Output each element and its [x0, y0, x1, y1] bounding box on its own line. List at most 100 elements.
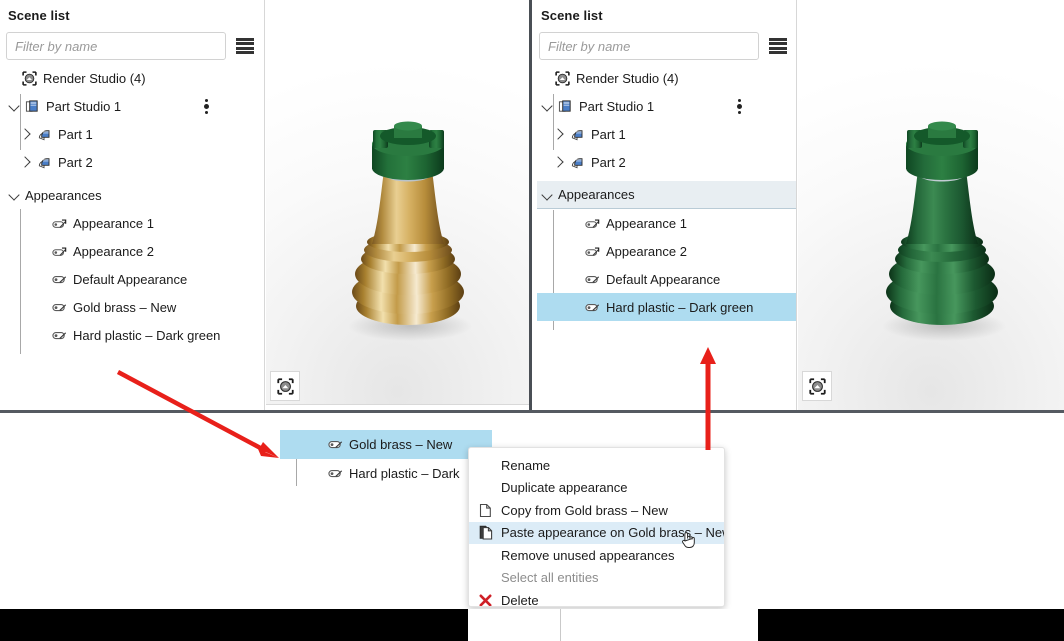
bottom-white-panel-divider [560, 609, 561, 641]
right-panel-title: Scene list [541, 8, 603, 23]
bottom-black-bar-left [0, 609, 468, 641]
tree-row-label: Part Studio 1 [579, 98, 655, 114]
context-menu-item-label: Delete [501, 592, 539, 607]
tree-row-default-appearance[interactable]: Default Appearance [537, 265, 797, 293]
tree-row-hard-plastic-dark-green[interactable]: Hard plastic – Dark green [537, 293, 797, 321]
tree-row-label: Part 2 [58, 154, 93, 170]
pointing-hand-cursor [682, 532, 695, 548]
tree-row-label: Render Studio (4) [576, 70, 679, 86]
tree-row-label: Appearance 1 [606, 215, 687, 231]
tree-row-appearance-2[interactable]: Appearance 2 [537, 237, 797, 265]
appearance-icon [328, 468, 343, 479]
tree-row-label: Appearance 2 [73, 243, 154, 259]
context-menu-item-duplicate-appearance[interactable]: Duplicate appearance [469, 477, 724, 500]
context-menu-item-copy-from[interactable]: Copy from Gold brass – New [469, 499, 724, 522]
tree-row-label: Render Studio (4) [43, 70, 146, 86]
chess-rook-green [882, 121, 1006, 341]
tree-row-appearance-1[interactable]: Appearance 1 [537, 209, 797, 237]
tree-row-appearance-2[interactable]: Appearance 2 [4, 237, 260, 265]
chevron-down-icon[interactable] [6, 98, 22, 114]
left-filter-row [6, 32, 254, 60]
left-3d-viewport[interactable] [266, 0, 529, 412]
context-menu-item-rename[interactable]: Rename [469, 454, 724, 477]
tree-row-label: Appearance 2 [606, 243, 687, 259]
tree-row-part-2[interactable]: Part 2 [537, 148, 797, 176]
right-filter-input[interactable] [539, 32, 759, 60]
part-studio-icon [25, 99, 40, 114]
chess-rook-gold [348, 121, 472, 341]
tree-row-appearance-1[interactable]: Appearance 1 [4, 209, 260, 237]
overlay-appearance-list: Gold brass – New Hard plastic – Dark [280, 430, 495, 490]
tree-row-gold-brass-new[interactable]: Gold brass – New [4, 293, 260, 321]
appearance-icon [52, 274, 67, 285]
tree-row-render-studio[interactable]: Render Studio (4) [4, 64, 260, 92]
paste-icon [479, 525, 501, 540]
right-scene-list-panel: Scene list Render Studio (4) [533, 0, 797, 412]
tree-row-label: Hard plastic – Dark green [606, 299, 754, 315]
right-3d-viewport[interactable] [798, 0, 1064, 412]
render-camera-icon [808, 377, 826, 395]
tree-row-part-studio-1[interactable]: Part Studio 1 [4, 92, 260, 120]
tree-row-label: Hard plastic – Dark green [73, 327, 221, 343]
chevron-down-icon[interactable] [539, 98, 555, 114]
tree-row-label: Appearance 1 [73, 215, 154, 231]
left-filter-input[interactable] [6, 32, 226, 60]
appearance-icon [585, 274, 600, 285]
context-menu-item-select-all-entities: Select all entities [469, 567, 724, 590]
appearance-context-menu[interactable]: Rename Duplicate appearance Copy from Go… [468, 447, 725, 607]
tree-row-part-2[interactable]: Part 2 [4, 148, 260, 176]
context-menu-item-label: Duplicate appearance [501, 480, 628, 496]
context-menu-item-label: Select all entities [501, 570, 599, 586]
appearance-linked-icon [52, 245, 67, 258]
tree-row-hard-plastic-dark-green[interactable]: Hard plastic – Dark green [4, 321, 260, 349]
three-dot-menu-icon[interactable] [733, 96, 745, 116]
chevron-right-icon[interactable] [551, 154, 567, 170]
appearance-linked-icon [52, 217, 67, 230]
tree-row-label: Appearances [25, 187, 102, 203]
right-panel-divider[interactable] [796, 0, 797, 412]
chevron-down-icon[interactable] [539, 187, 555, 203]
context-menu-item-label: Rename [501, 457, 551, 473]
three-dot-menu-icon[interactable] [200, 96, 212, 116]
render-studio-icon [22, 70, 37, 86]
chevron-right-icon[interactable] [18, 154, 34, 170]
right-render-camera-button[interactable] [802, 371, 832, 401]
appearance-icon [52, 302, 67, 313]
section-separator [0, 410, 1064, 413]
left-panel-divider[interactable] [264, 0, 265, 412]
copy-icon [479, 503, 501, 518]
chevron-right-icon[interactable] [551, 126, 567, 142]
part-studio-icon [558, 99, 573, 114]
overlay-row-hard-plastic-dark[interactable]: Hard plastic – Dark [280, 459, 492, 488]
appearance-icon [585, 302, 600, 313]
list-view-icon[interactable] [769, 37, 787, 55]
context-menu-item-label: Remove unused appearances [501, 547, 675, 563]
tree-row-label: Part Studio 1 [46, 98, 122, 114]
tree-row-part-1[interactable]: Part 1 [4, 120, 260, 148]
tree-row-appearances[interactable]: Appearances [4, 181, 260, 209]
context-menu-item-delete[interactable]: Delete [469, 589, 724, 607]
overlay-row-gold-brass-new[interactable]: Gold brass – New [280, 430, 492, 459]
tree-row-appearances[interactable]: Appearances [537, 181, 797, 209]
screenshot-root: Scene list Render St [0, 0, 1064, 641]
chevron-down-icon[interactable] [6, 187, 22, 203]
left-panel-title: Scene list [8, 8, 70, 23]
appearance-linked-icon [585, 217, 600, 230]
left-render-camera-button[interactable] [270, 371, 300, 401]
tree-row-label: Default Appearance [73, 271, 188, 287]
appearance-icon [328, 439, 343, 450]
tree-row-part-1[interactable]: Part 1 [537, 120, 797, 148]
tree-row-render-studio[interactable]: Render Studio (4) [537, 64, 797, 92]
overlay-row-label: Gold brass – New [349, 437, 453, 452]
chevron-right-icon[interactable] [18, 126, 34, 142]
tree-row-label: Default Appearance [606, 271, 721, 287]
tree-row-label: Appearances [558, 187, 635, 202]
appearance-linked-icon [585, 245, 600, 258]
tree-row-part-studio-1[interactable]: Part Studio 1 [537, 92, 797, 120]
tree-row-default-appearance[interactable]: Default Appearance [4, 265, 260, 293]
overlay-row-label: Hard plastic – Dark [349, 466, 460, 481]
tree-row-label: Part 2 [591, 154, 626, 170]
screenshot-separator [529, 0, 532, 412]
list-view-icon[interactable] [236, 37, 254, 55]
right-filter-row [539, 32, 787, 60]
